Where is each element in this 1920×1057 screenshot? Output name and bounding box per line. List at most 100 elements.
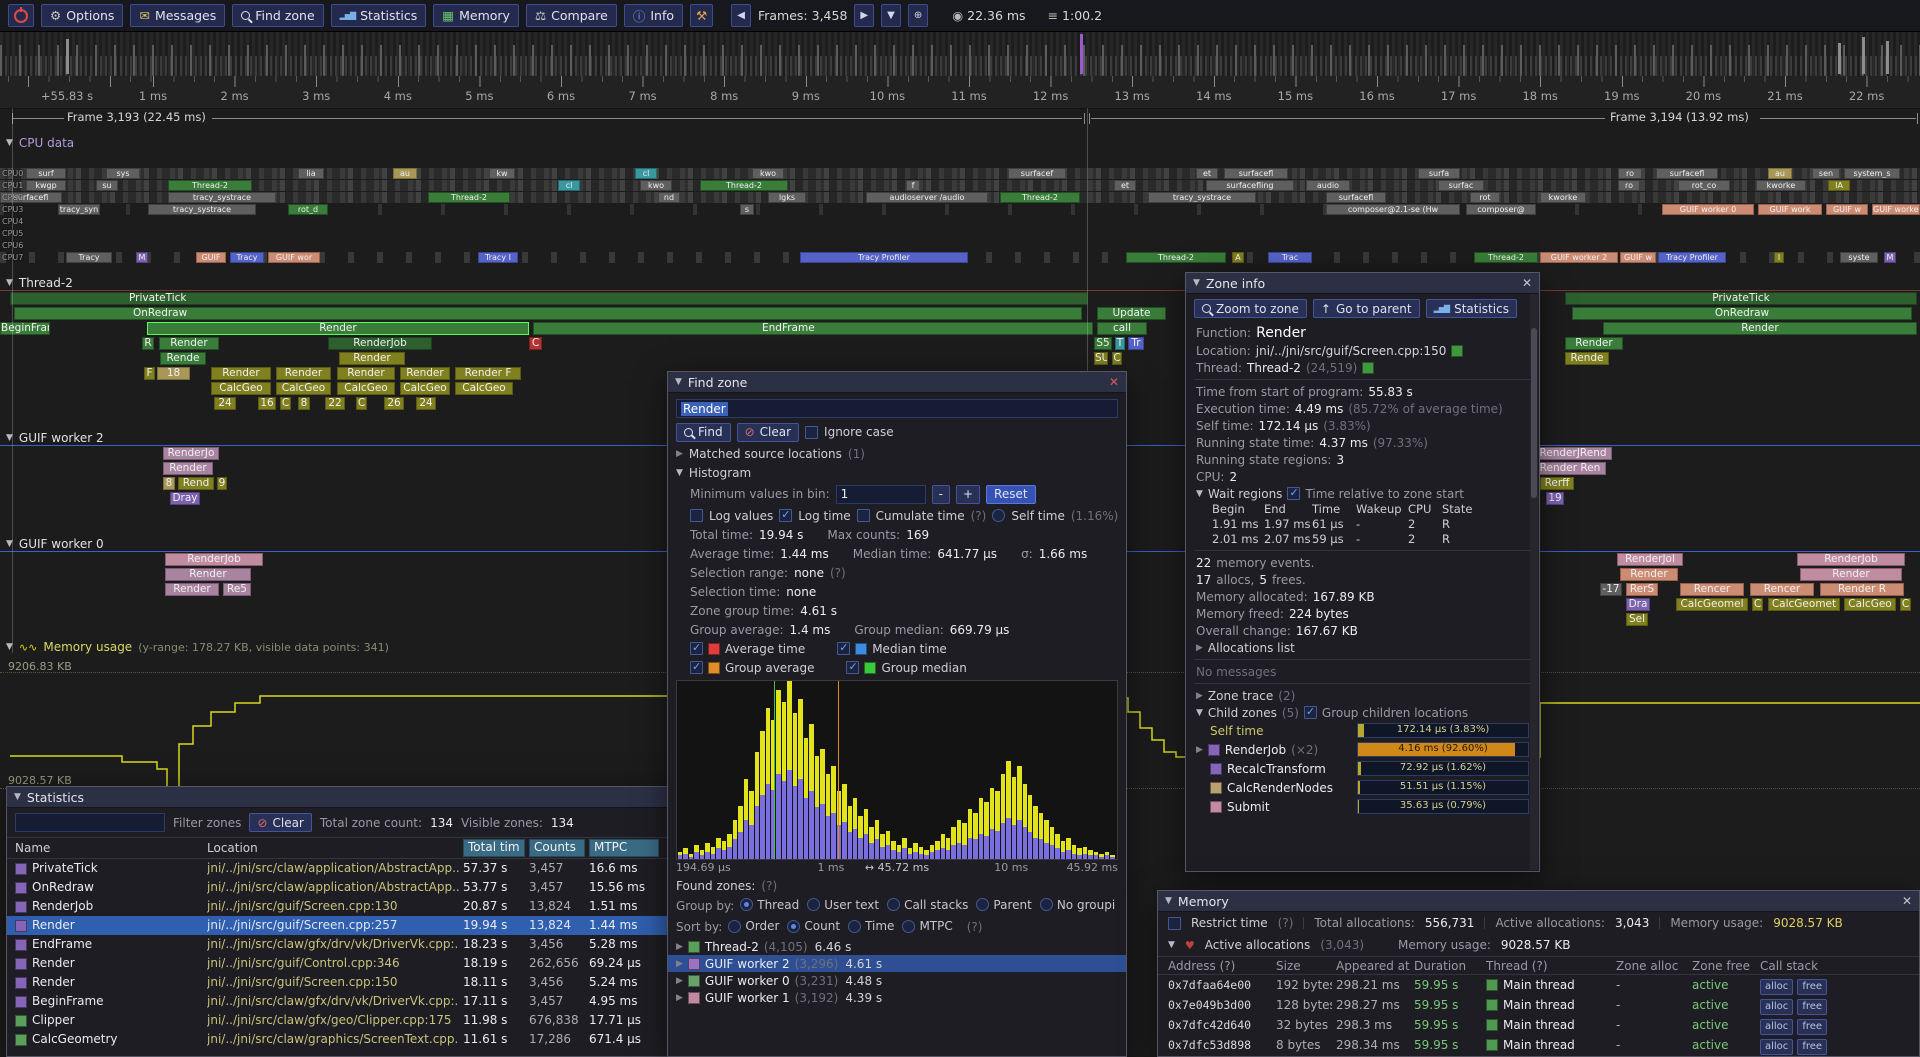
timeline-zone[interactable]: Render (163, 462, 213, 475)
timeline-zone[interactable]: Rende (1565, 352, 1609, 365)
collapse-icon[interactable]: ▼ (1193, 278, 1200, 288)
log-time-checkbox[interactable] (779, 509, 792, 522)
clear-filter-button[interactable]: ⊘Clear (249, 813, 311, 832)
timeline-zone[interactable]: Render (211, 367, 271, 380)
timeline-zone[interactable]: rot_co (1678, 180, 1730, 191)
column-header-thread[interactable]: Thread (?) (1486, 958, 1612, 974)
find-zone-histogram[interactable] (676, 680, 1118, 860)
timeline-zone[interactable]: 8 (163, 477, 175, 490)
timeline-zone[interactable]: audio (1306, 180, 1350, 191)
child-zone-row[interactable]: CalcRenderNodes51.51 μs (1.15%) (1186, 778, 1539, 797)
child-zone-row[interactable]: RecalcTransform72.92 μs (1.62%) (1186, 759, 1539, 778)
timeline-zone[interactable]: Thread-2 (1000, 192, 1080, 203)
timeline-zone[interactable]: tracy_systrace (1148, 192, 1256, 203)
timeline-zone[interactable]: OnRedraw (1572, 307, 1912, 320)
timeline-zone[interactable]: Render (1800, 568, 1902, 581)
legend-checkbox[interactable] (837, 642, 850, 655)
timeline-zone[interactable]: composer@ (1466, 204, 1536, 215)
timeline-zone[interactable]: Re5 (223, 583, 251, 596)
frame-marker-row[interactable]: Frame 3,193 (22.45 ms) Frame 3,194 (13.9… (0, 108, 1920, 130)
column-header-zone-alloc[interactable]: Zone alloc (1616, 958, 1688, 974)
timeline-zone[interactable]: Render (159, 337, 219, 350)
timeline-zone[interactable]: Render (1603, 322, 1917, 335)
options-button[interactable]: ⚙Options (41, 4, 123, 27)
timeline-zone[interactable]: C (529, 337, 542, 350)
self-time-checkbox[interactable] (992, 509, 1005, 522)
timeline-zone[interactable]: Dra (1626, 598, 1650, 611)
timeline-zone[interactable]: R (142, 337, 154, 350)
find-zone-button[interactable]: Find zone (232, 4, 323, 27)
log-values-checkbox[interactable] (690, 509, 703, 522)
timeline-zone[interactable]: SU (1094, 352, 1108, 365)
timeline-zone[interactable]: C (1112, 352, 1122, 365)
frame-overview-strip[interactable] (0, 32, 1920, 76)
timeline-zone[interactable]: CalcGeo (337, 382, 395, 395)
compare-button[interactable]: ⚖Compare (526, 4, 617, 27)
clear-button[interactable]: ⊘Clear (737, 423, 799, 442)
timeline-zone[interactable]: sys (106, 168, 140, 179)
timeline-zone[interactable]: surfacefl (1326, 192, 1386, 203)
active-allocations-header[interactable]: ▼ ♥ Active allocations (3,043) Memory us… (1158, 934, 1919, 956)
timeline-zone[interactable]: EndFrame (533, 322, 1093, 335)
timeline-zone[interactable]: M (136, 252, 148, 263)
timeline-zone[interactable]: GUIF (196, 252, 226, 263)
timeline-zone[interactable]: Sel (1626, 613, 1648, 626)
search-input[interactable]: Render (676, 399, 1118, 418)
timeline-zone[interactable]: Tr (1128, 337, 1144, 350)
free-callstack-button[interactable]: free (1797, 1019, 1827, 1035)
scrollbar[interactable] (1530, 294, 1538, 870)
prev-frame-button[interactable]: ◀ (731, 4, 751, 27)
timeline-zone[interactable]: s (740, 204, 754, 215)
child-zone-row[interactable]: ▶RenderJob(×2)4.16 ms (92.60%) (1186, 740, 1539, 759)
timeline-zone[interactable]: 24 (416, 397, 436, 410)
timeline-zone[interactable]: Render (339, 352, 405, 365)
address-cell[interactable]: 0x7dfc53d898 (1168, 1035, 1272, 1055)
timeline-zone[interactable]: RenderJol (1617, 553, 1683, 566)
timeline-zone[interactable]: Render (400, 367, 450, 380)
timeline-zone[interactable]: ro (1618, 180, 1640, 191)
timeline-zone[interactable]: surfacefl (1656, 168, 1718, 179)
timeline-zone[interactable]: F (144, 367, 155, 380)
timeline-zone[interactable]: IA (1828, 180, 1850, 191)
timeline-zone[interactable]: Rende (160, 352, 206, 365)
frame-dropdown-button[interactable]: ▼ (881, 4, 901, 27)
timeline-zone[interactable]: cl (635, 168, 657, 179)
scrollbar-thumb[interactable] (1531, 328, 1537, 498)
timeline-zone[interactable]: CalcGeo (455, 382, 513, 395)
timeline-zone[interactable]: kworke (1540, 192, 1586, 203)
info-button[interactable]: ⓘInfo (624, 4, 683, 27)
timeline-zone[interactable]: 24 (214, 397, 236, 410)
legend-checkbox[interactable] (846, 661, 859, 674)
timeline-zone[interactable]: lia (298, 168, 324, 179)
timeline-zone[interactable]: surfa (1418, 168, 1460, 179)
group-by-no-groupi[interactable]: No groupi (1040, 898, 1115, 912)
timeline-zone[interactable]: Thread-2 (428, 192, 510, 203)
zone-trace-header[interactable]: ▶Zone trace(2) (1186, 687, 1539, 704)
zone-group-row[interactable]: ▶GUIF worker 1(3,192)4.39 s (668, 989, 1126, 1006)
group-by-call-stacks[interactable]: Call stacks (887, 898, 968, 912)
timeline-zone[interactable]: GUIF w (1826, 204, 1868, 215)
timeline-zone[interactable]: 26 (384, 397, 404, 410)
timeline-zone[interactable]: CalcGeo (211, 382, 271, 395)
messages-button[interactable]: ✉Messages (130, 4, 225, 27)
timeline-zone[interactable]: Thread-2 (168, 180, 252, 191)
timeline-zone[interactable]: cl (558, 180, 580, 191)
timeline-zone[interactable]: Rend (178, 477, 214, 490)
timeline-zone[interactable]: 22 (325, 397, 345, 410)
timeline-zone[interactable]: surfacefl (1224, 168, 1288, 179)
window-titlebar[interactable]: ▼ Zone info ✕ (1186, 273, 1539, 294)
timeline-zone[interactable]: surf (26, 168, 66, 179)
matched-source-locations[interactable]: ▶ Matched source locations (1) (668, 444, 1126, 463)
timeline-zone[interactable]: Rencer (1680, 583, 1744, 596)
free-callstack-button[interactable]: free (1797, 1039, 1827, 1055)
statistics-button[interactable]: ▂▅▇Statistics (1426, 299, 1517, 318)
filter-zones-input[interactable] (15, 813, 165, 832)
column-header-location[interactable]: Location (207, 841, 459, 855)
timeline-zone[interactable]: surfac (1438, 180, 1484, 191)
timeline-zone[interactable]: rot_d (288, 204, 328, 215)
legend-checkbox[interactable] (690, 661, 703, 674)
allocation-row[interactable]: 0x7dfc53d8988 bytes298.34 ms59.95 sMain … (1158, 1035, 1919, 1055)
column-header-call-stack[interactable]: Call stack (1760, 958, 1919, 974)
group-children-checkbox[interactable] (1304, 706, 1317, 719)
alloc-callstack-button[interactable]: alloc (1760, 1039, 1793, 1055)
